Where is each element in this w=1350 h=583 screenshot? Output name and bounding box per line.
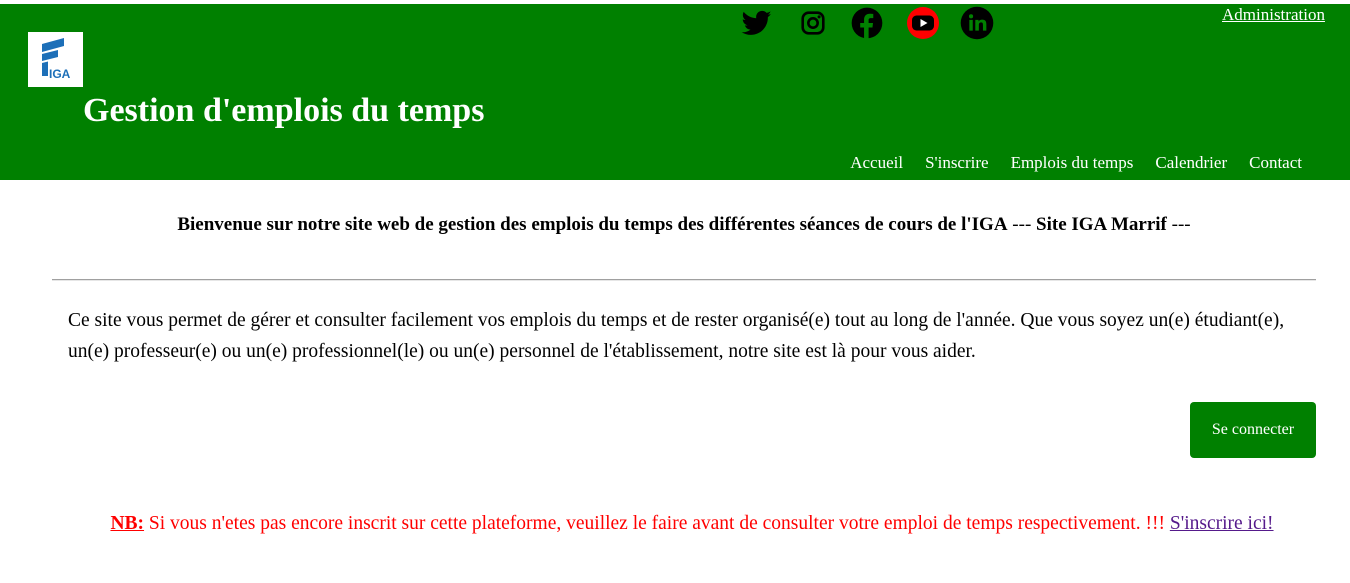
linkedin-icon — [960, 6, 994, 40]
logo-text: IGA — [49, 67, 71, 81]
divider — [52, 279, 1316, 281]
intro-paragraph: Ce site vous permet de gérer et consulte… — [68, 310, 1285, 362]
welcome-text: Bienvenue sur notre site web de gestion … — [177, 214, 1008, 235]
youtube-link[interactable] — [905, 6, 941, 40]
nb-label: NB: — [110, 513, 145, 534]
welcome-heading: Bienvenue sur notre site web de gestion … — [0, 214, 1350, 236]
nav-item-emplois-du-temps[interactable]: Emplois du temps — [1011, 153, 1134, 173]
welcome-separator: --- — [1007, 214, 1037, 235]
nav-item-sinscrire[interactable]: S'inscrire — [925, 153, 989, 173]
administration-link[interactable]: Administration — [1222, 5, 1325, 25]
nav-item-calendrier[interactable]: Calendrier — [1155, 153, 1227, 173]
instagram-icon — [801, 11, 825, 35]
welcome-separator-end: --- — [1166, 214, 1191, 235]
nb-text: Si vous n'etes pas encore inscrit sur ce… — [144, 513, 1170, 534]
twitter-link[interactable] — [740, 6, 774, 40]
nav-item-contact[interactable]: Contact — [1249, 153, 1302, 173]
instagram-link[interactable] — [800, 6, 826, 40]
youtube-icon — [907, 7, 939, 39]
nav-item-accueil[interactable]: Accueil — [850, 153, 903, 173]
site-title: Gestion d'emplois du temps — [83, 92, 485, 129]
twitter-icon — [741, 10, 772, 35]
site-header: IGA Gestion d'emplois du temps Administr… — [0, 4, 1350, 180]
login-button[interactable]: Se connecter — [1190, 402, 1316, 458]
linkedin-link[interactable] — [960, 6, 994, 40]
register-link[interactable]: S'inscrire ici! — [1170, 513, 1274, 534]
facebook-link[interactable] — [851, 6, 883, 40]
iga-logo[interactable]: IGA — [28, 32, 83, 87]
main-nav: Accueil S'inscrire Emplois du temps Cale… — [850, 153, 1302, 173]
facebook-icon — [851, 7, 883, 39]
welcome-site-name: Site IGA Marrif — [1036, 214, 1167, 235]
nb-notice: NB: Si vous n'etes pas encore inscrit su… — [70, 508, 1314, 539]
